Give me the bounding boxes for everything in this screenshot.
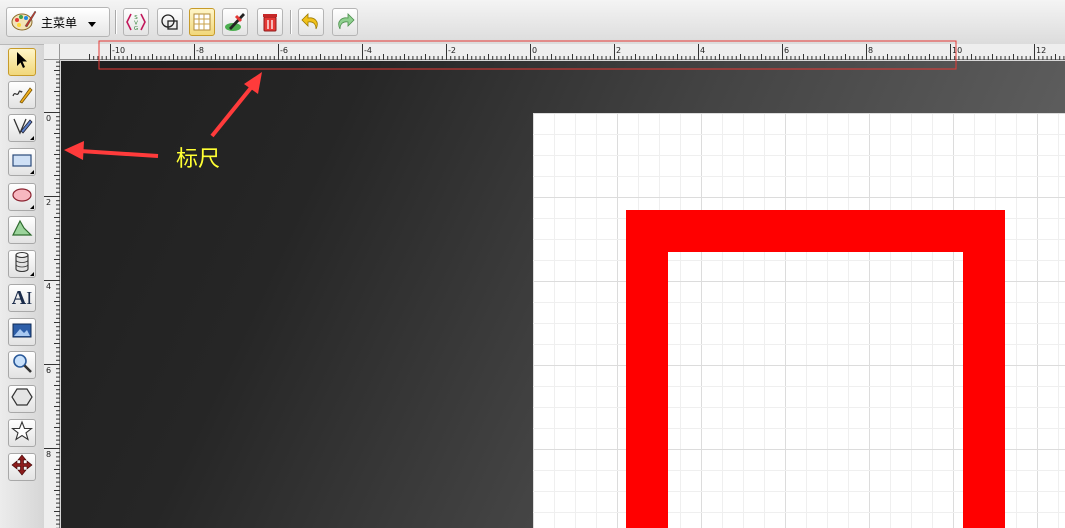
select-tool[interactable]: [8, 48, 36, 76]
canvas-area[interactable]: [61, 61, 1065, 528]
grid-toggle-button[interactable]: [189, 8, 215, 36]
toolbar-separator: [115, 10, 117, 34]
horizontal-ruler[interactable]: -10 -8 -6 -4 -2 0 2 4 6 8 10 12: [60, 44, 1065, 60]
ruler-tick-label: -6: [280, 46, 288, 55]
ruler-tick-label: 8: [46, 450, 51, 459]
magnifier-icon: [11, 352, 33, 378]
image-tool[interactable]: [8, 318, 36, 346]
flyout-indicator: [30, 205, 34, 209]
svg-source-icon: S V G: [125, 11, 147, 33]
zoom-tool[interactable]: [8, 351, 36, 379]
star-icon: [10, 420, 34, 446]
triangle-icon: [11, 218, 33, 242]
ruler-tick-label: 6: [784, 46, 789, 55]
ruler-tick-label: 4: [700, 46, 705, 55]
toolbar-separator: [290, 10, 292, 34]
tools-panel: AI: [0, 45, 45, 528]
move-arrows-icon: [11, 454, 33, 480]
ruler-tick-label: -10: [112, 46, 125, 55]
ruler-tick-label: 2: [616, 46, 621, 55]
grid-icon: [191, 11, 213, 33]
main-menu-button[interactable]: 主菜单: [6, 7, 110, 37]
path-tool[interactable]: [8, 114, 36, 142]
ruler-tick-label: -4: [364, 46, 372, 55]
ruler-corner: [44, 44, 60, 60]
ruler-annotation-label: 标尺: [176, 147, 221, 172]
freehand-tool[interactable]: [8, 81, 36, 109]
pencil-icon: [11, 82, 33, 108]
flyout-indicator: [30, 170, 34, 174]
trash-icon: [260, 11, 280, 33]
text-tool[interactable]: AI: [8, 284, 36, 312]
vertical-ruler[interactable]: 0 2 4 6 8: [44, 60, 60, 528]
clear-button[interactable]: [257, 8, 283, 36]
move-tool[interactable]: [8, 453, 36, 481]
wireframe-button[interactable]: [157, 8, 183, 36]
text-icon: AI: [11, 286, 33, 309]
ruler-tick-label: 2: [46, 198, 51, 207]
ruler-tick-label: 0: [532, 46, 537, 55]
ellipse-tool[interactable]: [8, 183, 36, 211]
chevron-down-icon: [87, 13, 97, 32]
flyout-indicator: [30, 136, 34, 140]
ruler-tick-label: 6: [46, 366, 51, 375]
ruler-tick-label: 10: [952, 46, 962, 55]
main-menu-label: 主菜单: [41, 15, 78, 30]
svg-source-button[interactable]: S V G: [123, 8, 149, 36]
redo-button[interactable]: [332, 8, 358, 36]
hexagon-icon: [11, 387, 33, 411]
rectangle-tool[interactable]: [8, 148, 36, 176]
paint-brush-icon: [223, 10, 247, 34]
cylinder-tool[interactable]: [8, 250, 36, 278]
image-icon: [11, 321, 33, 343]
ruler-tick-label: 8: [868, 46, 873, 55]
svg-text:G: G: [134, 26, 138, 32]
ruler-tick-label: -8: [196, 46, 204, 55]
ruler-tick-label: 4: [46, 282, 51, 291]
top-toolbar: 主菜单 S V G: [0, 0, 1065, 45]
cylinder-icon: [13, 251, 31, 277]
wireframe-icon: [159, 11, 181, 33]
flyout-indicator: [30, 272, 34, 276]
undo-button[interactable]: [298, 8, 324, 36]
cursor-arrow-icon: [14, 51, 30, 73]
undo-icon: [300, 11, 322, 33]
shape-tool[interactable]: [8, 216, 36, 244]
svg-canvas[interactable]: [533, 113, 1065, 528]
canvas-background-button[interactable]: [222, 8, 248, 36]
palette-brush-icon: [11, 8, 37, 36]
star-tool[interactable]: [8, 419, 36, 447]
ruler-tick-label: 0: [46, 114, 51, 123]
ruler-tick-label: -2: [448, 46, 456, 55]
redo-icon: [334, 11, 356, 33]
polygon-tool[interactable]: [8, 385, 36, 413]
ruler-background: [60, 44, 1065, 60]
ruler-tick-label: 12: [1036, 46, 1046, 55]
